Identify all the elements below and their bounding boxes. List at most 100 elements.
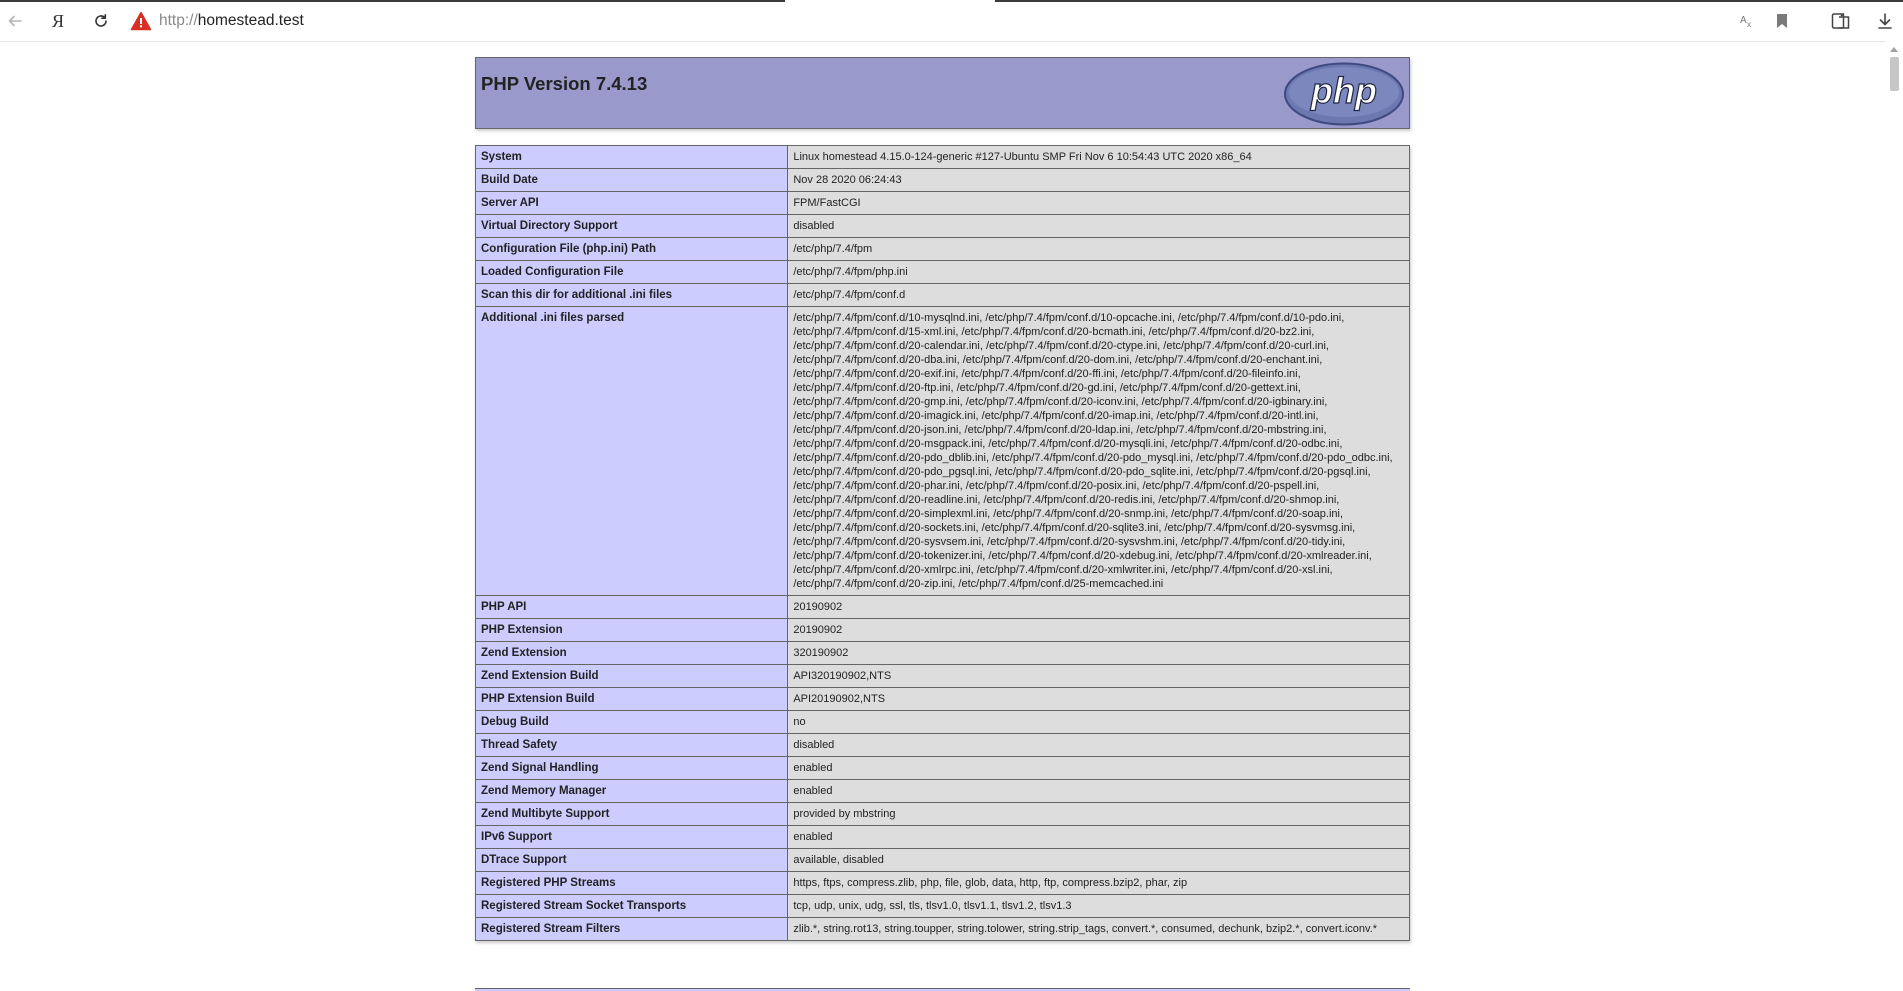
table-row: Zend Extension 320190902 xyxy=(474,641,1410,665)
table-row: Debug Build no xyxy=(474,710,1410,734)
row-label: Zend Extension xyxy=(474,641,789,665)
table-row: Zend Signal Handling enabled xyxy=(474,756,1410,780)
row-label: IPv6 Support xyxy=(474,825,789,849)
row-label: Virtual Directory Support xyxy=(474,214,789,238)
svg-text:A: A xyxy=(1740,15,1747,26)
row-label: PHP Extension xyxy=(474,618,789,642)
collections-icon xyxy=(1831,12,1850,29)
address-bar[interactable]: http://homestead.test xyxy=(159,10,304,32)
table-row: Registered PHP Streams https, ftps, compr… xyxy=(474,871,1410,895)
table-row: Loaded Configuration File/etc/php/7.4/fp… xyxy=(474,260,1410,284)
row-label: Zend Multibyte Support xyxy=(474,802,789,826)
svg-text:x: x xyxy=(1747,20,1751,29)
row-value: Linux homestead 4.15.0-124-generic #127-… xyxy=(787,145,1410,169)
row-label: Configuration File (php.ini) Path xyxy=(474,237,789,261)
row-label: Registered Stream Filters xyxy=(474,917,789,941)
row-value: API20190902,NTS xyxy=(787,687,1410,711)
row-value: disabled xyxy=(787,214,1410,238)
row-value: enabled xyxy=(787,779,1410,803)
browser-toolbar: Я http://homestead.test A x xyxy=(0,0,1903,42)
row-value: enabled xyxy=(787,825,1410,849)
yandex-icon: Я xyxy=(51,11,64,31)
tab-strip xyxy=(0,0,1903,2)
reload-icon xyxy=(95,14,107,27)
warning-triangle-icon xyxy=(130,11,152,31)
row-label: DTrace Support xyxy=(474,848,789,872)
table-row: Configuration File (php.ini) Path/etc/ph… xyxy=(474,237,1410,261)
collections-button[interactable] xyxy=(1830,10,1852,32)
table-row: Scan this dir for additional .ini files /… xyxy=(474,283,1410,307)
bookmark-button[interactable] xyxy=(1771,10,1793,32)
row-value: enabled xyxy=(787,756,1410,780)
tab-strip-right xyxy=(995,0,1903,2)
table-row: System Linux homestead 4.15.0-124-generic… xyxy=(474,145,1410,169)
security-warning-button[interactable] xyxy=(130,10,152,32)
bookmark-icon xyxy=(1777,14,1787,28)
row-value: FPM/FastCGI xyxy=(787,191,1410,215)
page-content: PHP Version 7.4.13 php System Linux homes… xyxy=(0,42,1886,991)
phpinfo-table: System Linux homestead 4.15.0-124-generic… xyxy=(474,145,1410,941)
row-value: API320190902,NTS xyxy=(787,664,1410,688)
table-row: IPv6 Support enabled xyxy=(474,825,1410,849)
row-value: zlib.*, string.rot13, string.toupper, st… xyxy=(787,917,1410,941)
row-label: Scan this dir for additional .ini files xyxy=(474,283,789,307)
arrow-left-icon xyxy=(8,15,22,27)
php-logo-text: php xyxy=(1310,70,1377,111)
row-value: no xyxy=(787,710,1410,734)
row-label: Zend Memory Manager xyxy=(474,779,789,803)
row-label: Thread Safety xyxy=(474,733,789,757)
table-row: Zend Multibyte Support provided by mbstri… xyxy=(474,802,1410,826)
table-row: Build Date Nov 28 2020 06:24:43 xyxy=(474,168,1410,192)
row-value: /etc/php/7.4/fpm/conf.d/10-mysqlnd.ini, … xyxy=(787,306,1410,596)
table-row: Registered Stream Filters zlib.*, string.… xyxy=(474,917,1410,941)
scroll-thumb[interactable] xyxy=(1890,57,1899,91)
table-row: Additional .ini files parsed/etc/php/7.4… xyxy=(474,306,1410,596)
row-label: Debug Build xyxy=(474,710,789,734)
translate-icon: A x xyxy=(1740,15,1751,29)
url-host: homestead.test xyxy=(197,12,304,29)
row-label: Registered Stream Socket Transports xyxy=(474,894,789,918)
scrollbar[interactable] xyxy=(1886,41,1903,991)
back-button[interactable] xyxy=(4,10,26,32)
table-row: Virtual Directory Support disabled xyxy=(474,214,1410,238)
table-row: Registered Stream Socket Transports tcp, … xyxy=(474,894,1410,918)
php-logo-icon[interactable]: php xyxy=(1283,62,1405,126)
tab-strip-left xyxy=(0,0,785,2)
table-row: Thread Safety disabled xyxy=(474,733,1410,757)
row-value: tcp, udp, unix, udg, ssl, tls, tlsv1.0, … xyxy=(787,894,1410,918)
row-label: PHP Extension Build xyxy=(474,687,789,711)
table-row: PHP Extension Build API20190902,NTS xyxy=(474,687,1410,711)
row-value: available, disabled xyxy=(787,848,1410,872)
row-label: Server API xyxy=(474,191,789,215)
row-label: Zend Extension Build xyxy=(474,664,789,688)
row-value: 20190902 xyxy=(787,618,1410,642)
row-label: Loaded Configuration File xyxy=(474,260,789,284)
row-label: Build Date xyxy=(474,168,789,192)
reload-button[interactable] xyxy=(90,10,112,32)
row-value: Nov 28 2020 06:24:43 xyxy=(787,168,1410,192)
row-value: /etc/php/7.4/fpm/conf.d xyxy=(787,283,1410,307)
download-button[interactable] xyxy=(1874,10,1896,32)
row-label: Registered PHP Streams xyxy=(474,871,789,895)
page-title: PHP Version 7.4.13 xyxy=(481,73,648,94)
scroll-up-arrow-icon[interactable] xyxy=(1890,47,1898,52)
row-value: /etc/php/7.4/fpm/php.ini xyxy=(787,260,1410,284)
row-value: 20190902 xyxy=(787,595,1410,619)
row-value: https, ftps, compress.zlib, php, file, g… xyxy=(787,871,1410,895)
yandex-button[interactable]: Я xyxy=(47,10,69,32)
php-version-header: PHP Version 7.4.13 php xyxy=(475,57,1410,129)
row-value: /etc/php/7.4/fpm xyxy=(787,237,1410,261)
row-value: provided by mbstring xyxy=(787,802,1410,826)
row-label: PHP API xyxy=(474,595,789,619)
table-row: PHP Extension 20190902 xyxy=(474,618,1410,642)
row-value: 320190902 xyxy=(787,641,1410,665)
row-label: Additional .ini files parsed xyxy=(474,306,789,596)
table-row: Zend Extension Build API320190902,NTS xyxy=(474,664,1410,688)
row-label: System xyxy=(474,145,789,169)
row-value: disabled xyxy=(787,733,1410,757)
table-row: PHP API 20190902 xyxy=(474,595,1410,619)
table-row: Server API FPM/FastCGI xyxy=(474,191,1410,215)
url-protocol: http:// xyxy=(159,12,198,29)
phpinfo-container: PHP Version 7.4.13 php System Linux homes… xyxy=(474,57,1410,941)
translate-button[interactable]: A x xyxy=(1737,10,1759,32)
